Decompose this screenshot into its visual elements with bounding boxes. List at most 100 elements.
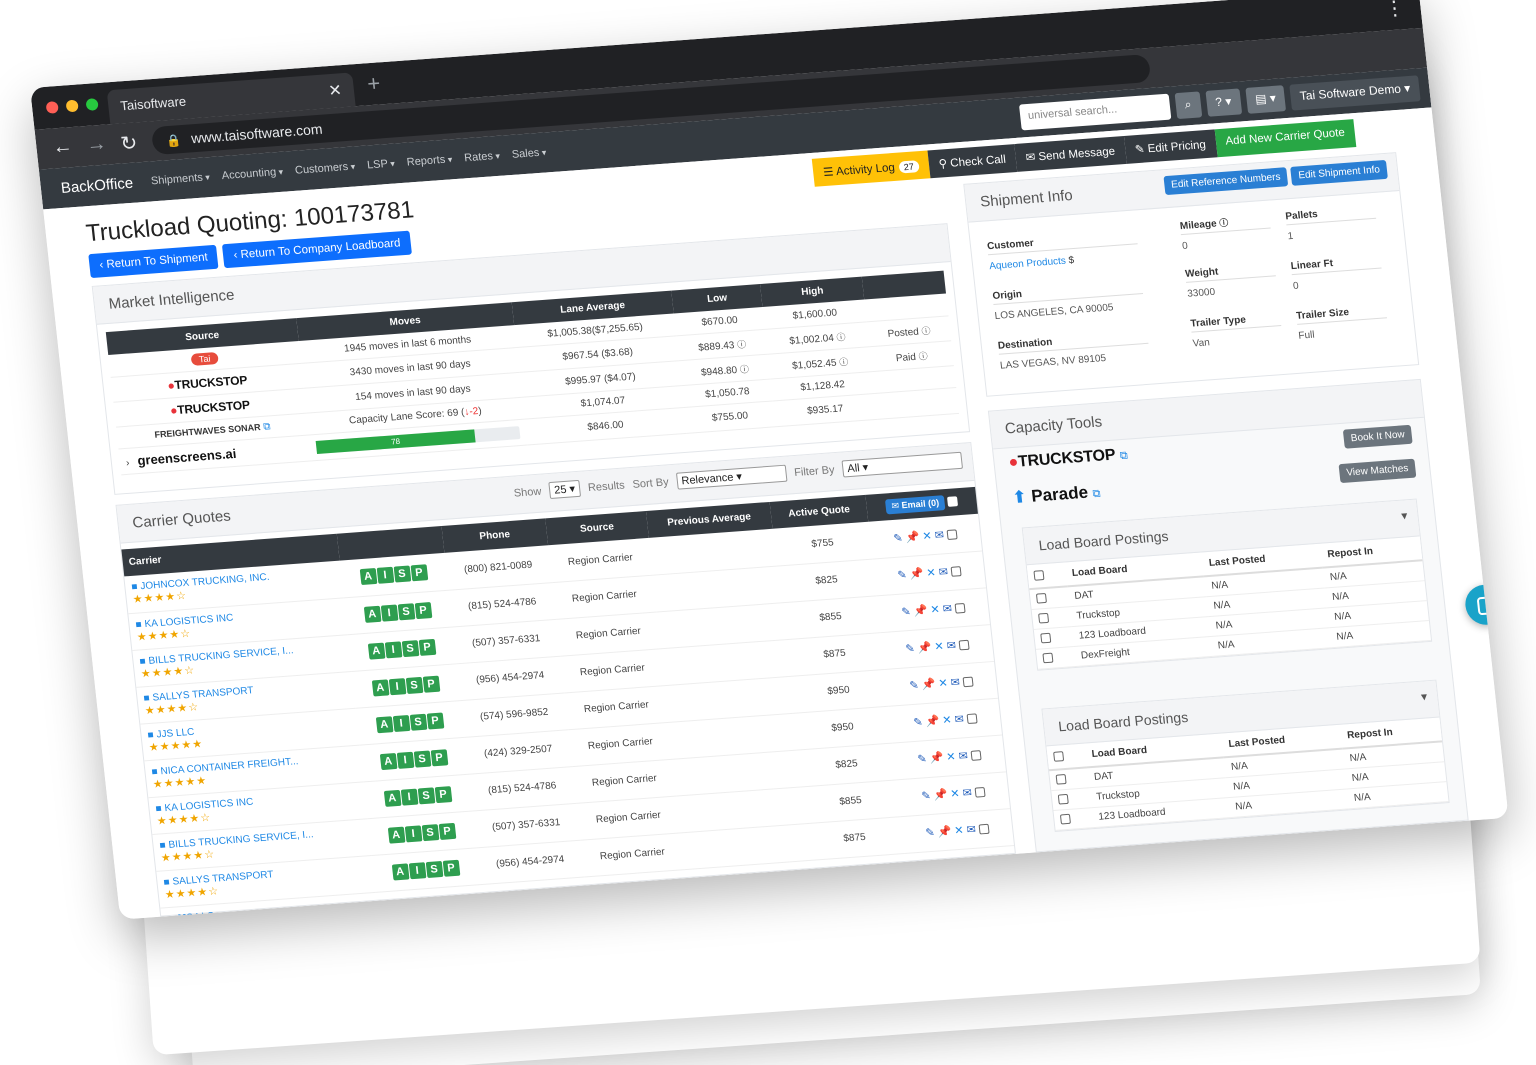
select-all-checkbox[interactable] [947,496,959,508]
aisp-badge[interactable]: S [397,602,415,620]
row-checkbox[interactable] [1035,593,1048,604]
carrier-name-link[interactable]: SALLYS TRANSPORT [172,869,274,887]
aisp-badge[interactable]: S [421,823,439,841]
edit-reference-numbers-button[interactable]: Edit Reference Numbers [1163,167,1289,196]
aisp-badge[interactable]: A [363,605,382,623]
row-checkbox[interactable] [950,566,962,577]
aisp-badge[interactable]: P [422,675,440,693]
envelope-icon[interactable]: ✉ [966,824,976,837]
external-link-icon[interactable]: ⧉ [1119,450,1128,463]
aisp-badge[interactable]: I [388,677,406,695]
maximize-window-button[interactable] [85,98,99,111]
pin-icon[interactable]: 📌 [921,678,936,691]
aisp-badge[interactable]: I [384,640,402,658]
carrier-name-link[interactable]: SALLYS TRANSPORT [152,685,254,703]
brand-logo[interactable]: BackOffice [60,174,134,196]
aisp-badge[interactable]: I [408,861,426,879]
new-tab-icon[interactable]: + [366,70,382,97]
pencil-icon[interactable]: ✎ [901,606,911,619]
row-checkbox[interactable] [954,603,966,614]
envelope-icon[interactable]: ✉ [934,529,944,542]
customer-link[interactable]: Aqueon Products [989,256,1067,273]
envelope-icon[interactable]: ✉ [950,677,960,690]
aisp-badge[interactable]: I [376,567,394,585]
row-checkbox[interactable] [970,750,982,761]
nav-lsp[interactable]: LSP [366,158,395,171]
pin-icon[interactable]: 📌 [925,715,940,728]
envelope-icon[interactable]: ✉ [962,787,972,800]
aisp-badge[interactable]: P [430,748,448,766]
remove-icon[interactable]: ✕ [950,788,960,801]
aisp-badge[interactable]: I [380,604,398,622]
pencil-icon[interactable]: ✎ [897,569,907,582]
row-checkbox[interactable] [1038,613,1050,624]
pin-icon[interactable]: 📌 [909,568,924,581]
envelope-icon[interactable]: ✉ [946,640,956,653]
carrier-name-link[interactable]: BILLS TRUCKING SERVICE, I... [168,829,314,851]
pin-icon[interactable]: 📌 [933,789,948,802]
aisp-badge[interactable]: A [387,826,406,844]
aisp-badge[interactable]: P [438,822,456,840]
aisp-badge[interactable]: I [404,824,422,842]
row-checkbox[interactable] [978,823,990,835]
remove-icon[interactable]: ✕ [930,604,940,617]
external-link-icon[interactable]: ⧉ [263,421,271,432]
remove-icon[interactable]: ✕ [922,530,932,543]
row-checkbox[interactable] [962,676,974,688]
row-checkbox[interactable] [946,529,958,540]
aisp-badge[interactable]: S [401,639,419,657]
show-count-select[interactable]: 25 ▾ [548,479,581,500]
info-icon[interactable]: ⓘ [839,356,849,367]
reload-icon[interactable]: ↻ [119,130,138,156]
row-checkbox[interactable] [974,787,986,798]
carrier-name-link[interactable]: NICA CONTAINER FREIGHT... [160,756,299,777]
carrier-name-link[interactable]: JOHNCOX TRUCKING, INC. [140,572,270,592]
pencil-icon[interactable]: ✎ [905,643,915,656]
close-window-button[interactable] [45,101,59,114]
aisp-badge[interactable]: P [410,564,428,582]
pin-icon[interactable]: 📌 [937,826,952,839]
row-checkbox[interactable] [1040,633,1052,644]
aisp-badge[interactable]: I [400,788,418,806]
aisp-badge[interactable]: S [425,860,443,878]
row-checkbox[interactable] [1055,774,1067,786]
aisp-badge[interactable]: A [359,568,377,586]
edit-shipment-info-button[interactable]: Edit Shipment Info [1290,159,1388,186]
carrier-name-link[interactable]: BILLS TRUCKING SERVICE, I... [148,645,294,667]
info-icon[interactable]: ⓘ [921,325,931,336]
aisp-badge[interactable]: A [371,678,390,697]
remove-icon[interactable]: ✕ [926,567,936,580]
info-icon[interactable]: ⓘ [918,351,928,362]
row-checkbox[interactable] [966,713,978,725]
row-checkbox[interactable] [958,639,970,651]
chevron-down-icon[interactable]: ▾ [1401,508,1409,522]
envelope-icon[interactable]: ✉ [942,603,952,616]
pencil-icon[interactable]: ✎ [893,532,903,545]
aisp-badge[interactable]: S [393,565,411,583]
back-arrow-icon[interactable]: ← [51,135,73,159]
forward-arrow-icon[interactable]: → [85,133,107,157]
nav-customers[interactable]: Customers [294,160,355,177]
row-checkbox[interactable] [1057,794,1069,805]
aisp-badge[interactable]: P [418,638,436,656]
envelope-icon[interactable]: ✉ [938,566,948,579]
pencil-icon[interactable]: ✎ [925,827,935,840]
aisp-badge[interactable]: A [383,789,402,807]
aisp-badge[interactable]: I [396,751,414,769]
nav-reports[interactable]: Reports [406,153,453,169]
clipboard-button[interactable]: ▤ ▾ [1244,85,1287,114]
aisp-badge[interactable]: S [405,676,423,694]
pencil-icon[interactable]: ✎ [917,753,927,766]
info-icon[interactable]: ⓘ [1219,218,1229,229]
aisp-badge[interactable]: S [413,750,431,768]
book-it-now-button[interactable]: Book It Now [1342,424,1413,449]
return-to-loadboard-button[interactable]: ‹ Return To Company Loadboard [222,230,412,269]
aisp-badge[interactable]: A [391,862,409,881]
aisp-badge[interactable]: I [392,714,410,732]
aisp-badge[interactable]: S [409,713,427,731]
nav-sales[interactable]: Sales [511,146,547,161]
aisp-badge[interactable]: P [426,711,444,730]
browser-menu-icon[interactable]: ⋮ [1383,0,1406,22]
chat-widget-button[interactable] [1463,583,1508,627]
aisp-badge[interactable]: A [379,752,398,770]
